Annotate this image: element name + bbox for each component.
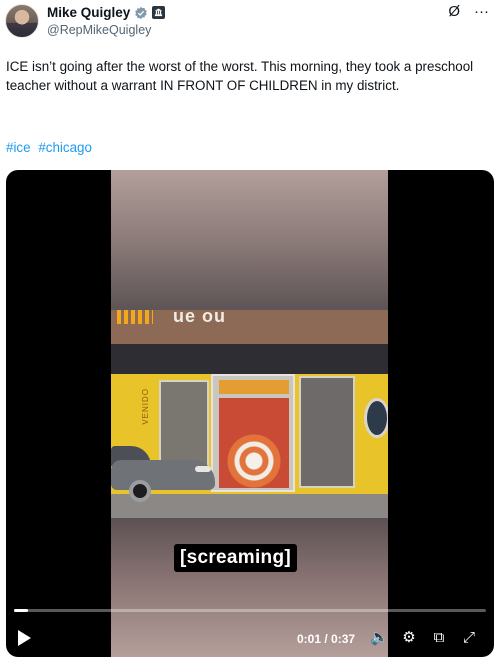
video-player[interactable]: ue ou VENIDO [screaming] 0:01 / 0:37 🔈 ⚙… [6, 170, 494, 657]
hashtag-link[interactable]: #chicago [38, 140, 92, 155]
volume-icon[interactable]: 🔈 [370, 629, 389, 647]
tweet-text: ICE isn’t going after the worst of the w… [6, 59, 474, 93]
storefront-door [211, 374, 295, 492]
author-name[interactable]: Mike Quigley [47, 5, 130, 20]
sign-fragment: ue ou [173, 306, 226, 326]
video-caption: [screaming] [174, 544, 298, 572]
grok-icon[interactable]: Ø [448, 4, 460, 19]
car-headlight [195, 466, 211, 472]
video-progress-bar[interactable] [14, 609, 486, 612]
storefront-image: ue ou VENIDO [111, 306, 388, 518]
video-frame[interactable]: ue ou VENIDO [111, 170, 388, 657]
car-wheel [129, 480, 151, 502]
government-badge-icon [152, 6, 166, 19]
video-blur-top [111, 170, 388, 310]
play-icon[interactable] [18, 630, 31, 646]
subtitles-icon[interactable]: ⧉ [430, 629, 448, 647]
hashtags: #ice #chicago [6, 140, 96, 155]
storefront-band [111, 344, 388, 374]
video-progress-fill [14, 609, 29, 612]
video-controls: 0:01 / 0:37 🔈 ⚙ ⧉ ⤢ [6, 622, 494, 652]
wall-clock [364, 398, 388, 438]
author-row: Mike Quigley [47, 5, 166, 20]
video-time: 0:01 / 0:37 [297, 632, 356, 646]
more-options-icon[interactable]: ··· [474, 4, 489, 19]
sun-logo-icon [117, 310, 153, 324]
door-sign [219, 380, 289, 394]
settings-icon[interactable]: ⚙ [400, 629, 418, 647]
storefront-window-right [299, 376, 355, 488]
fullscreen-icon[interactable]: ⤢ [460, 629, 478, 647]
hashtag-link[interactable]: #ice [6, 140, 31, 155]
parked-car [111, 446, 219, 502]
storefront-roof: ue ou [111, 306, 388, 344]
verified-icon [135, 6, 148, 19]
top-actions: Ø ··· [448, 4, 489, 19]
avatar[interactable] [5, 4, 39, 38]
tweet: Mike Quigley @RepMikeQuigley Ø ··· ICE i… [0, 0, 501, 660]
car-body [111, 460, 215, 490]
door-mural [219, 398, 289, 488]
window-text: VENIDO [141, 388, 150, 425]
author-handle[interactable]: @RepMikeQuigley [47, 23, 151, 37]
